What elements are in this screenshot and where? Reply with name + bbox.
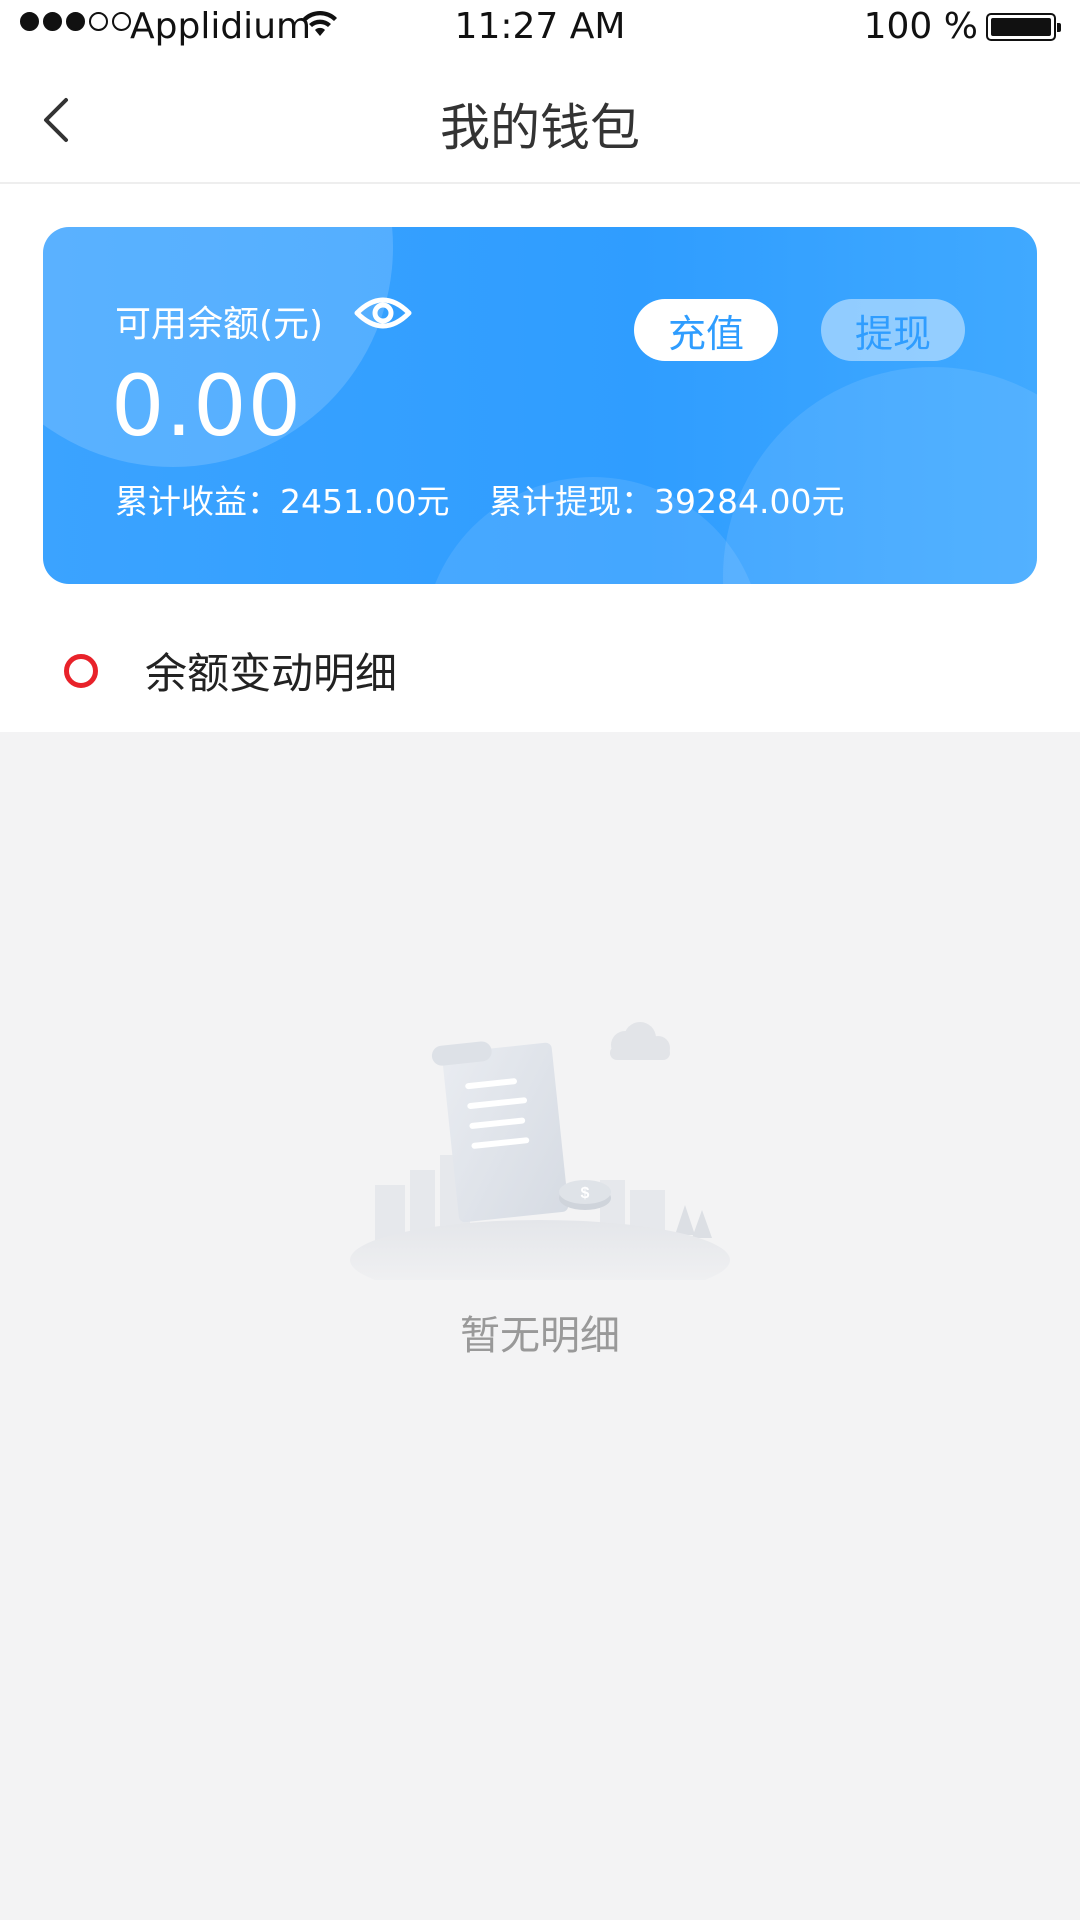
recharge-button[interactable]: 充值 [634, 299, 778, 361]
section-title: 余额变动明细 [145, 649, 398, 698]
total-withdrawn: 累计提现：39284.00元 [489, 482, 845, 521]
empty-state-text: 暂无明细 [460, 1313, 620, 1359]
svg-text:$: $ [581, 1185, 590, 1202]
eye-icon[interactable] [353, 291, 413, 335]
balance-label: 可用余额(元) [115, 304, 324, 345]
navigation-bar: 我的钱包 [0, 52, 1080, 184]
page-title: 我的钱包 [440, 99, 640, 157]
wallet-card: 可用余额(元) 0.00 充值 提现 累计收益：2451.00元 累计提现：39… [43, 227, 1037, 584]
total-earnings: 累计收益：2451.00元 [115, 482, 450, 521]
ring-icon [64, 654, 98, 688]
receipt-illustration-icon: $ [350, 1022, 730, 1280]
balance-details-header: 余额变动明细 [0, 610, 1080, 732]
battery-icon [986, 13, 1061, 41]
battery-percent: 100 % [863, 6, 978, 47]
balance-amount: 0.00 [111, 357, 303, 455]
status-bar: Applidium 11:27 AM 100 % [0, 0, 1080, 52]
withdraw-button[interactable]: 提现 [821, 299, 965, 361]
